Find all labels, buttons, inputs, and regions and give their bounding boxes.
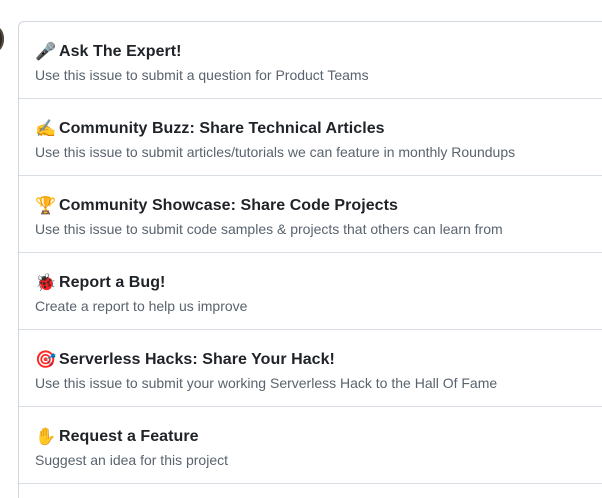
template-title-row: 🐞 Report a Bug!: [35, 272, 602, 294]
raised-hand-icon: ✋: [35, 427, 57, 446]
trophy-icon: 🏆: [35, 196, 57, 215]
template-title-row: 🏆 Community Showcase: Share Code Project…: [35, 195, 602, 217]
template-item-request-a-feature[interactable]: ✋ Request a Feature Suggest an idea for …: [19, 407, 602, 484]
ladybug-icon: 🐞: [35, 273, 57, 292]
template-title: Community Buzz: Share Technical Articles: [59, 120, 385, 137]
issue-template-chooser: 🎤 Ask The Expert! Use this issue to subm…: [0, 0, 602, 498]
template-title-row: 🎤 Ask The Expert!: [35, 41, 602, 63]
template-title: Community Showcase: Share Code Projects: [59, 197, 398, 214]
template-title: Serverless Hacks: Share Your Hack!: [59, 351, 335, 368]
template-description: Use this issue to submit code samples & …: [35, 221, 503, 237]
template-item-community-buzz[interactable]: ✍️ Community Buzz: Share Technical Artic…: [19, 99, 602, 176]
template-description: Use this issue to submit articles/tutori…: [35, 144, 516, 160]
template-item-serverless-hacks[interactable]: 🎯 Serverless Hacks: Share Your Hack! Use…: [19, 330, 602, 407]
template-description: Create a report to help us improve: [35, 298, 248, 314]
template-title-row: ✋ Request a Feature: [35, 426, 602, 448]
avatar: [0, 26, 4, 52]
template-title: Request a Feature: [59, 428, 199, 445]
target-icon: 🎯: [35, 350, 57, 369]
template-title-row: 🎯 Serverless Hacks: Share Your Hack!: [35, 349, 602, 371]
template-description: Use this issue to submit a question for …: [35, 67, 369, 83]
template-description: Suggest an idea for this project: [35, 452, 229, 468]
writing-hand-icon: ✍️: [35, 119, 57, 138]
template-list: 🎤 Ask The Expert! Use this issue to subm…: [18, 21, 602, 498]
template-title: Ask The Expert!: [59, 43, 182, 60]
template-item-community-showcase[interactable]: 🏆 Community Showcase: Share Code Project…: [19, 176, 602, 253]
microphone-icon: 🎤: [35, 42, 57, 61]
template-item-ask-the-expert[interactable]: 🎤 Ask The Expert! Use this issue to subm…: [19, 22, 602, 99]
template-title: Report a Bug!: [59, 274, 166, 291]
template-description: Use this issue to submit your working Se…: [35, 375, 498, 391]
template-title-row: ✍️ Community Buzz: Share Technical Artic…: [35, 118, 602, 140]
template-item-report-a-bug[interactable]: 🐞 Report a Bug! Create a report to help …: [19, 253, 602, 330]
